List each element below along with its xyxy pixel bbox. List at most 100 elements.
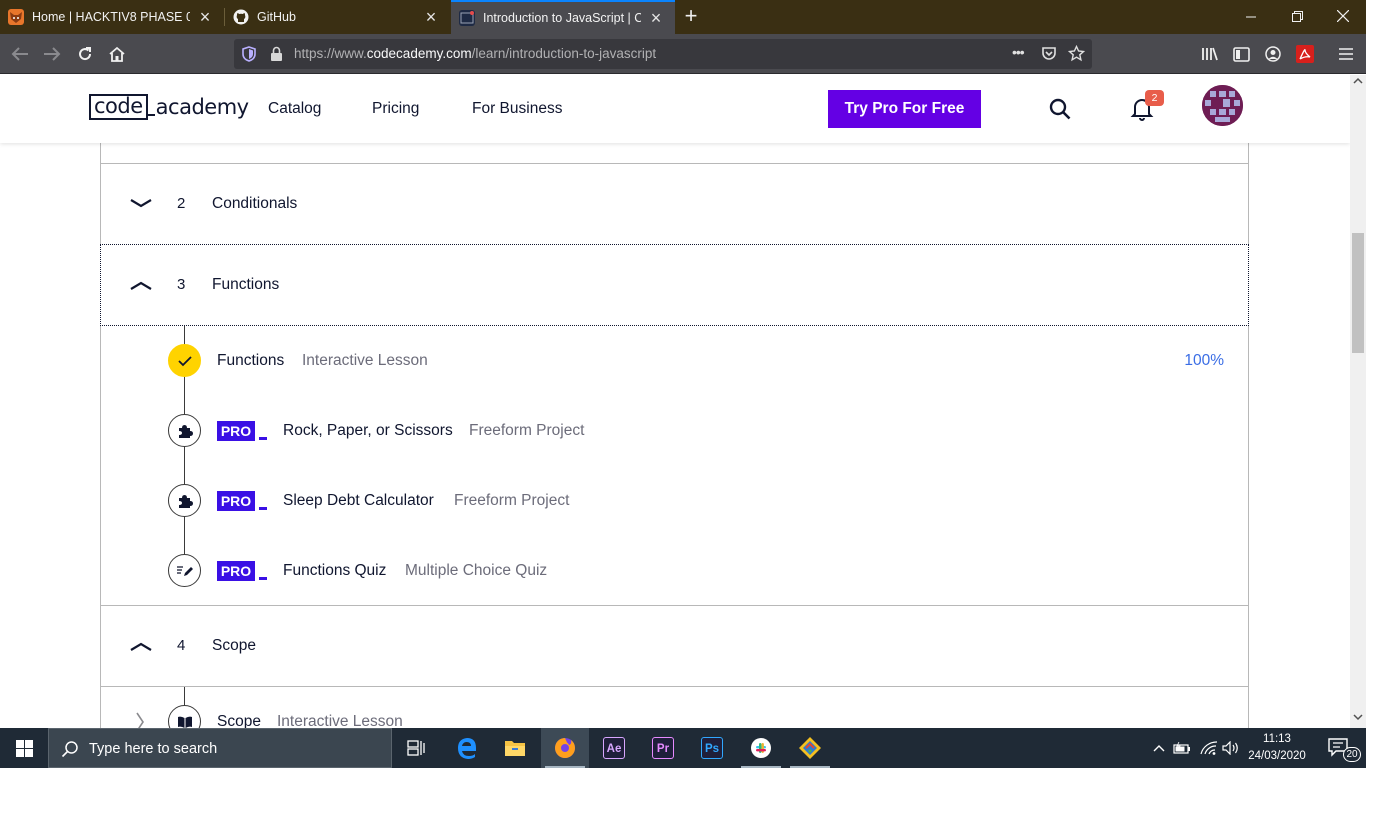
account-button[interactable] bbox=[1263, 44, 1283, 64]
bookmark-star-icon[interactable] bbox=[1068, 45, 1085, 62]
lesson-title: Scope bbox=[217, 713, 261, 728]
tab-codecademy[interactable]: Introduction to JavaScript | Cod × bbox=[451, 0, 675, 34]
nav-catalog[interactable]: Catalog bbox=[268, 100, 321, 118]
site-header: code academy Catalog Pricing For Business… bbox=[0, 75, 1350, 143]
pro-label: PRO bbox=[217, 421, 255, 441]
lesson-scope[interactable]: Scope Interactive Lesson bbox=[168, 705, 1238, 728]
slack-button[interactable] bbox=[737, 728, 785, 768]
tab-close-button[interactable]: × bbox=[422, 8, 440, 26]
site-search-button[interactable] bbox=[1048, 97, 1072, 121]
user-avatar[interactable] bbox=[1202, 85, 1243, 126]
module-conditionals[interactable]: 2 Conditionals bbox=[100, 163, 1249, 245]
scroll-down-arrow-icon[interactable] bbox=[1350, 713, 1366, 723]
browser-toolbar: https://www.codecademy.com/learn/introdu… bbox=[0, 34, 1366, 74]
lesson-node bbox=[168, 705, 201, 728]
url-text[interactable]: https://www.codecademy.com/learn/introdu… bbox=[294, 46, 656, 61]
lesson-title: Functions Quiz bbox=[283, 562, 387, 579]
wifi-button[interactable] bbox=[1198, 728, 1220, 768]
hamburger-menu-icon bbox=[1339, 48, 1353, 60]
scrollbar-thumb[interactable] bbox=[1352, 233, 1364, 353]
check-icon bbox=[177, 355, 192, 366]
project-sleep-debt-calculator[interactable]: PRO Sleep Debt Calculator Freeform Proje… bbox=[168, 484, 1238, 518]
tab-title: Introduction to JavaScript | Cod bbox=[483, 11, 641, 25]
edge-icon bbox=[458, 738, 476, 759]
completed-node bbox=[168, 344, 201, 377]
project-rock-paper-scissors[interactable]: PRO Rock, Paper, or Scissors Freeform Pr… bbox=[168, 414, 1238, 448]
restore-button[interactable] bbox=[1274, 0, 1320, 34]
tray-overflow-button[interactable] bbox=[1150, 728, 1168, 768]
pro-label: PRO bbox=[217, 561, 255, 581]
menu-button[interactable] bbox=[1336, 44, 1356, 64]
premiere-button[interactable]: Pr bbox=[639, 728, 687, 768]
restore-icon bbox=[1291, 11, 1303, 22]
quiz-functions[interactable]: PRO Functions Quiz Multiple Choice Quiz bbox=[168, 554, 1238, 588]
pro-badge: PRO bbox=[217, 421, 267, 441]
page-scrollbar[interactable] bbox=[1350, 75, 1366, 728]
module-functions[interactable]: 3 Functions bbox=[100, 244, 1249, 326]
notification-count: 20 bbox=[1343, 747, 1361, 762]
after-effects-button[interactable]: Ae bbox=[590, 728, 638, 768]
minimize-button[interactable] bbox=[1228, 0, 1274, 34]
start-button[interactable] bbox=[0, 728, 48, 768]
task-view-button[interactable] bbox=[392, 728, 440, 768]
home-button[interactable] bbox=[103, 40, 131, 68]
taskbar-clock[interactable]: 11:13 24/03/2020 bbox=[1236, 731, 1318, 765]
new-tab-button[interactable]: + bbox=[680, 4, 702, 30]
back-button[interactable] bbox=[6, 40, 34, 68]
address-bar[interactable]: https://www.codecademy.com/learn/introdu… bbox=[234, 39, 1092, 69]
taskbar-search-box[interactable]: Type here to search bbox=[48, 728, 392, 768]
tab-hacktiv8[interactable]: Home | HACKTIV8 PHASE 0 DEM × bbox=[0, 0, 224, 34]
nav-for-business[interactable]: For Business bbox=[472, 100, 562, 118]
pro-cursor bbox=[259, 437, 267, 440]
codecademy-logo[interactable]: code academy bbox=[89, 94, 249, 120]
pdf-extension-button[interactable] bbox=[1295, 44, 1315, 64]
scroll-up-arrow-icon[interactable] bbox=[1350, 77, 1366, 87]
lock-icon[interactable] bbox=[270, 46, 283, 62]
lesson-functions[interactable]: Functions Interactive Lesson 100% bbox=[168, 344, 1238, 378]
tracking-shield-icon[interactable] bbox=[242, 46, 256, 62]
sidebar-button[interactable] bbox=[1231, 44, 1251, 64]
git-button[interactable] bbox=[786, 728, 834, 768]
account-icon bbox=[1265, 46, 1281, 62]
chevron-up-icon bbox=[130, 281, 152, 290]
clock-date: 24/03/2020 bbox=[1248, 750, 1306, 762]
pocket-icon[interactable] bbox=[1041, 46, 1057, 62]
action-center-button[interactable]: 20 bbox=[1318, 728, 1362, 768]
screen-margin-right bbox=[1366, 0, 1400, 768]
tab-close-button[interactable]: × bbox=[196, 8, 214, 26]
photoshop-icon: Ps bbox=[701, 737, 723, 759]
library-icon bbox=[1202, 47, 1218, 61]
search-icon bbox=[61, 741, 78, 758]
module-number: 4 bbox=[177, 637, 186, 654]
edge-button[interactable] bbox=[443, 728, 491, 768]
reload-button[interactable] bbox=[71, 40, 99, 68]
chevron-right-icon[interactable] bbox=[134, 711, 146, 728]
module-number: 3 bbox=[177, 276, 186, 293]
file-explorer-button[interactable] bbox=[491, 728, 539, 768]
avatar-image bbox=[1202, 85, 1243, 126]
page-actions-more-icon[interactable]: ••• bbox=[1012, 44, 1025, 60]
library-button[interactable] bbox=[1200, 44, 1220, 64]
photoshop-button[interactable]: Ps bbox=[688, 728, 736, 768]
nav-pricing[interactable]: Pricing bbox=[372, 100, 419, 118]
chevron-up-icon bbox=[130, 642, 152, 651]
module-title: Conditionals bbox=[212, 195, 298, 212]
quiz-pencil-icon bbox=[176, 565, 193, 576]
forward-button[interactable] bbox=[38, 40, 66, 68]
syllabus-top-edge bbox=[100, 143, 1249, 164]
tab-github[interactable]: GitHub × bbox=[225, 0, 450, 34]
tab-close-button[interactable]: × bbox=[647, 9, 665, 27]
windows-taskbar: Type here to search Ae Pr Ps 11:13 24/03… bbox=[0, 728, 1366, 768]
firefox-button[interactable] bbox=[541, 728, 589, 768]
windows-logo-icon bbox=[15, 739, 33, 757]
battery-button[interactable] bbox=[1172, 728, 1192, 768]
try-pro-button[interactable]: Try Pro For Free bbox=[828, 90, 981, 128]
module-scope[interactable]: 4 Scope bbox=[100, 605, 1249, 687]
premiere-icon: Pr bbox=[652, 737, 674, 759]
lesson-title: Sleep Debt Calculator bbox=[283, 492, 434, 509]
pro-label: PRO bbox=[217, 491, 255, 511]
git-icon bbox=[799, 737, 821, 759]
lesson-title: Rock, Paper, or Scissors bbox=[283, 422, 453, 439]
taskbar-search-placeholder: Type here to search bbox=[89, 741, 218, 757]
close-window-button[interactable] bbox=[1320, 0, 1366, 34]
